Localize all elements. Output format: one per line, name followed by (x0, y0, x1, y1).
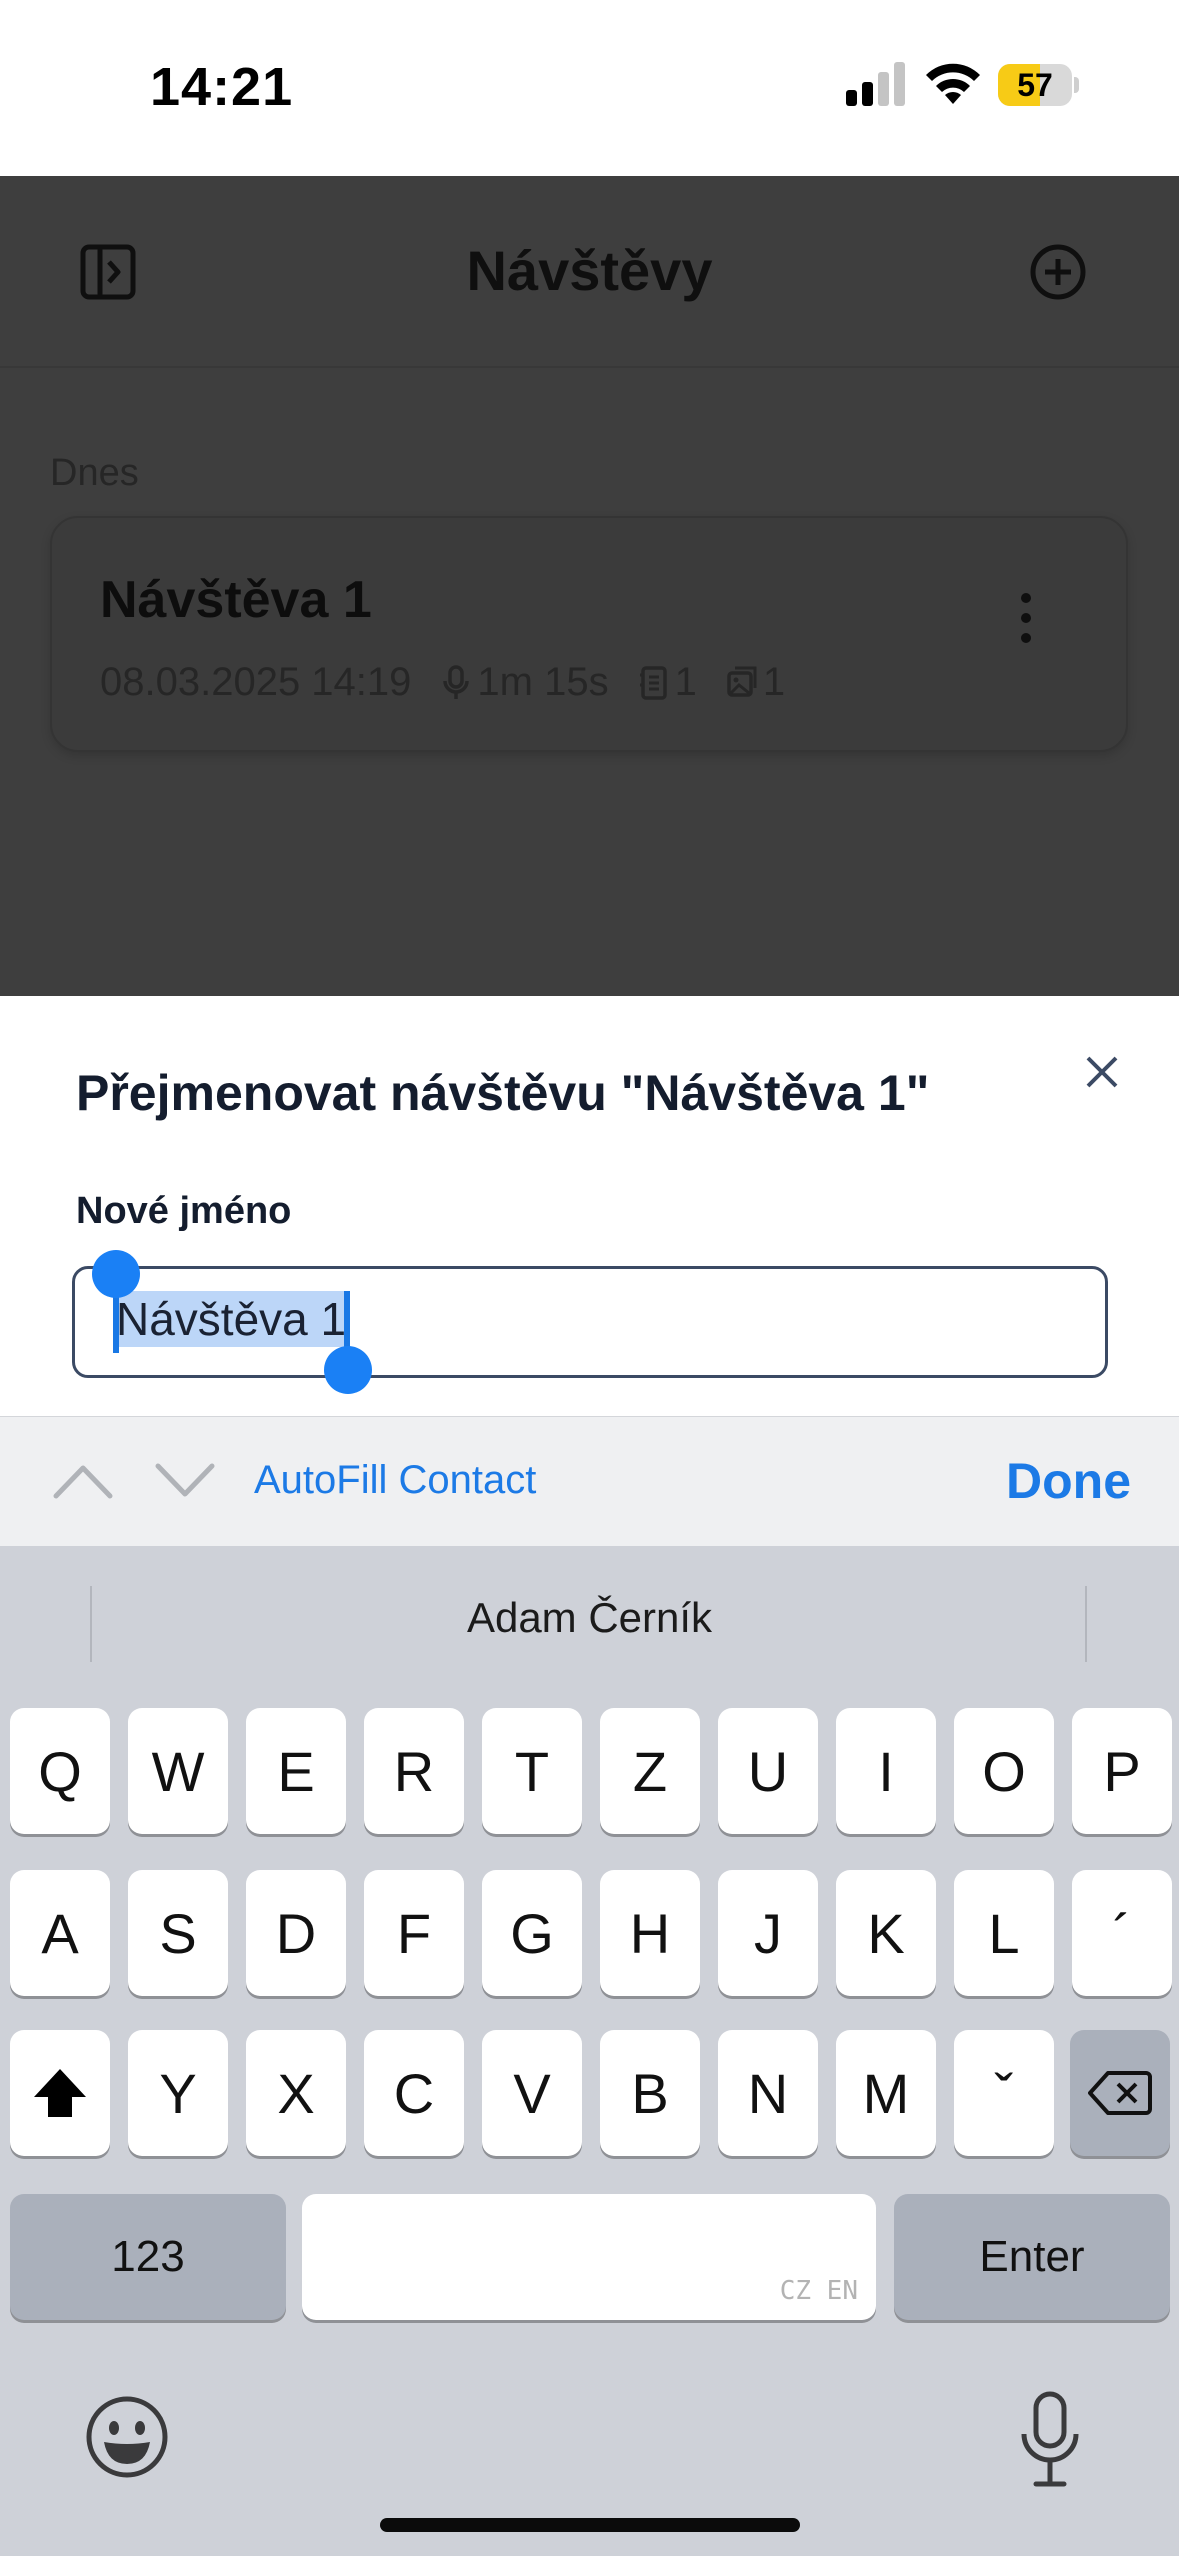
add-visit-icon[interactable] (1030, 244, 1086, 300)
key-row3-6[interactable]: N (718, 2030, 818, 2156)
key-row1-8[interactable]: I (836, 1708, 936, 1834)
numbers-key[interactable]: 123 (10, 2194, 286, 2320)
key-row3-4[interactable]: V (482, 2030, 582, 2156)
chevron-down-icon[interactable] (152, 1458, 218, 1504)
key-row3-7[interactable]: M (836, 2030, 936, 2156)
chevron-up-icon[interactable] (50, 1458, 116, 1504)
page-title: Návštěvy (466, 239, 713, 302)
visit-title: Návštěva 1 (100, 571, 372, 629)
key-row1-5[interactable]: T (482, 1708, 582, 1834)
key-row2-7[interactable]: J (718, 1870, 818, 1996)
shift-key[interactable] (10, 2030, 110, 2156)
suggestion-item[interactable]: Adam Černík (0, 1594, 1179, 1642)
dialog-title: Přejmenovat návštěvu "Návštěva 1" (76, 1065, 930, 1121)
key-row3-2[interactable]: X (246, 2030, 346, 2156)
new-name-value[interactable]: Návštěva 1 (116, 1291, 347, 1347)
emoji-icon[interactable] (84, 2394, 170, 2480)
enter-key[interactable]: Enter (894, 2194, 1170, 2320)
close-icon[interactable] (1080, 1050, 1124, 1094)
done-button[interactable]: Done (1006, 1452, 1131, 1510)
name-field-label: Nové jméno (76, 1190, 292, 1232)
key-row3-1[interactable]: Y (128, 2030, 228, 2156)
key-row2-8[interactable]: K (836, 1870, 936, 1996)
key-row1-10[interactable]: P (1072, 1708, 1172, 1834)
key-row2-9[interactable]: L (954, 1870, 1054, 1996)
microphone-dictation-icon[interactable] (1018, 2390, 1082, 2490)
cellular-signal-icon (846, 62, 905, 106)
key-row1-3[interactable]: E (246, 1708, 346, 1834)
selection-end-caret (344, 1291, 350, 1353)
autofill-contact-button[interactable]: AutoFill Contact (254, 1458, 536, 1503)
key-row2-1[interactable]: A (10, 1870, 110, 1996)
key-row2-5[interactable]: G (482, 1870, 582, 1996)
key-row1-6[interactable]: Z (600, 1708, 700, 1834)
keyboard-languages: CZ EN (779, 2276, 858, 2306)
more-options-icon[interactable] (1008, 590, 1044, 646)
visit-images-count: 1 (762, 660, 786, 704)
backspace-icon (1088, 2071, 1152, 2115)
section-label-today: Dnes (50, 452, 139, 494)
key-row1-7[interactable]: U (718, 1708, 818, 1834)
key-row2-6[interactable]: H (600, 1870, 700, 1996)
key-row2-4[interactable]: F (364, 1870, 464, 1996)
key-row1-1[interactable]: Q (10, 1708, 110, 1834)
space-key[interactable]: CZ EN (302, 2194, 876, 2320)
backspace-key[interactable] (1070, 2030, 1170, 2156)
selection-end-handle[interactable] (324, 1346, 372, 1394)
selected-text: Návštěva 1 (116, 1291, 347, 1347)
visit-duration: 1m 15s (477, 660, 609, 704)
selection-start-caret (113, 1291, 119, 1353)
key-row1-4[interactable]: R (364, 1708, 464, 1834)
key-row2-2[interactable]: S (128, 1870, 228, 1996)
selection-start-handle[interactable] (92, 1250, 140, 1298)
key-row2-3[interactable]: D (246, 1870, 346, 1996)
key-row1-2[interactable]: W (128, 1708, 228, 1834)
key-row2-10[interactable]: ´ (1072, 1870, 1172, 1996)
home-indicator (380, 2518, 800, 2532)
battery-icon: 57 (998, 64, 1079, 106)
key-row3-3[interactable]: C (364, 2030, 464, 2156)
wifi-icon (926, 63, 980, 104)
key-row3-5[interactable]: B (600, 2030, 700, 2156)
microphone-icon (441, 664, 471, 701)
key-row3-8[interactable]: ˇ (954, 2030, 1054, 2156)
key-row1-9[interactable]: O (954, 1708, 1054, 1834)
visit-datetime: 08.03.2025 14:19 (100, 660, 412, 704)
notes-icon (639, 665, 669, 701)
shift-icon (34, 2069, 86, 2117)
visit-meta: 08.03.2025 14:19 1m 15s 1 1 (100, 660, 785, 705)
visit-notes-count: 1 (674, 660, 697, 704)
images-icon (727, 665, 757, 701)
visit-card[interactable] (50, 516, 1128, 752)
battery-level: 57 (1017, 67, 1053, 103)
status-time: 14:21 (150, 57, 294, 117)
